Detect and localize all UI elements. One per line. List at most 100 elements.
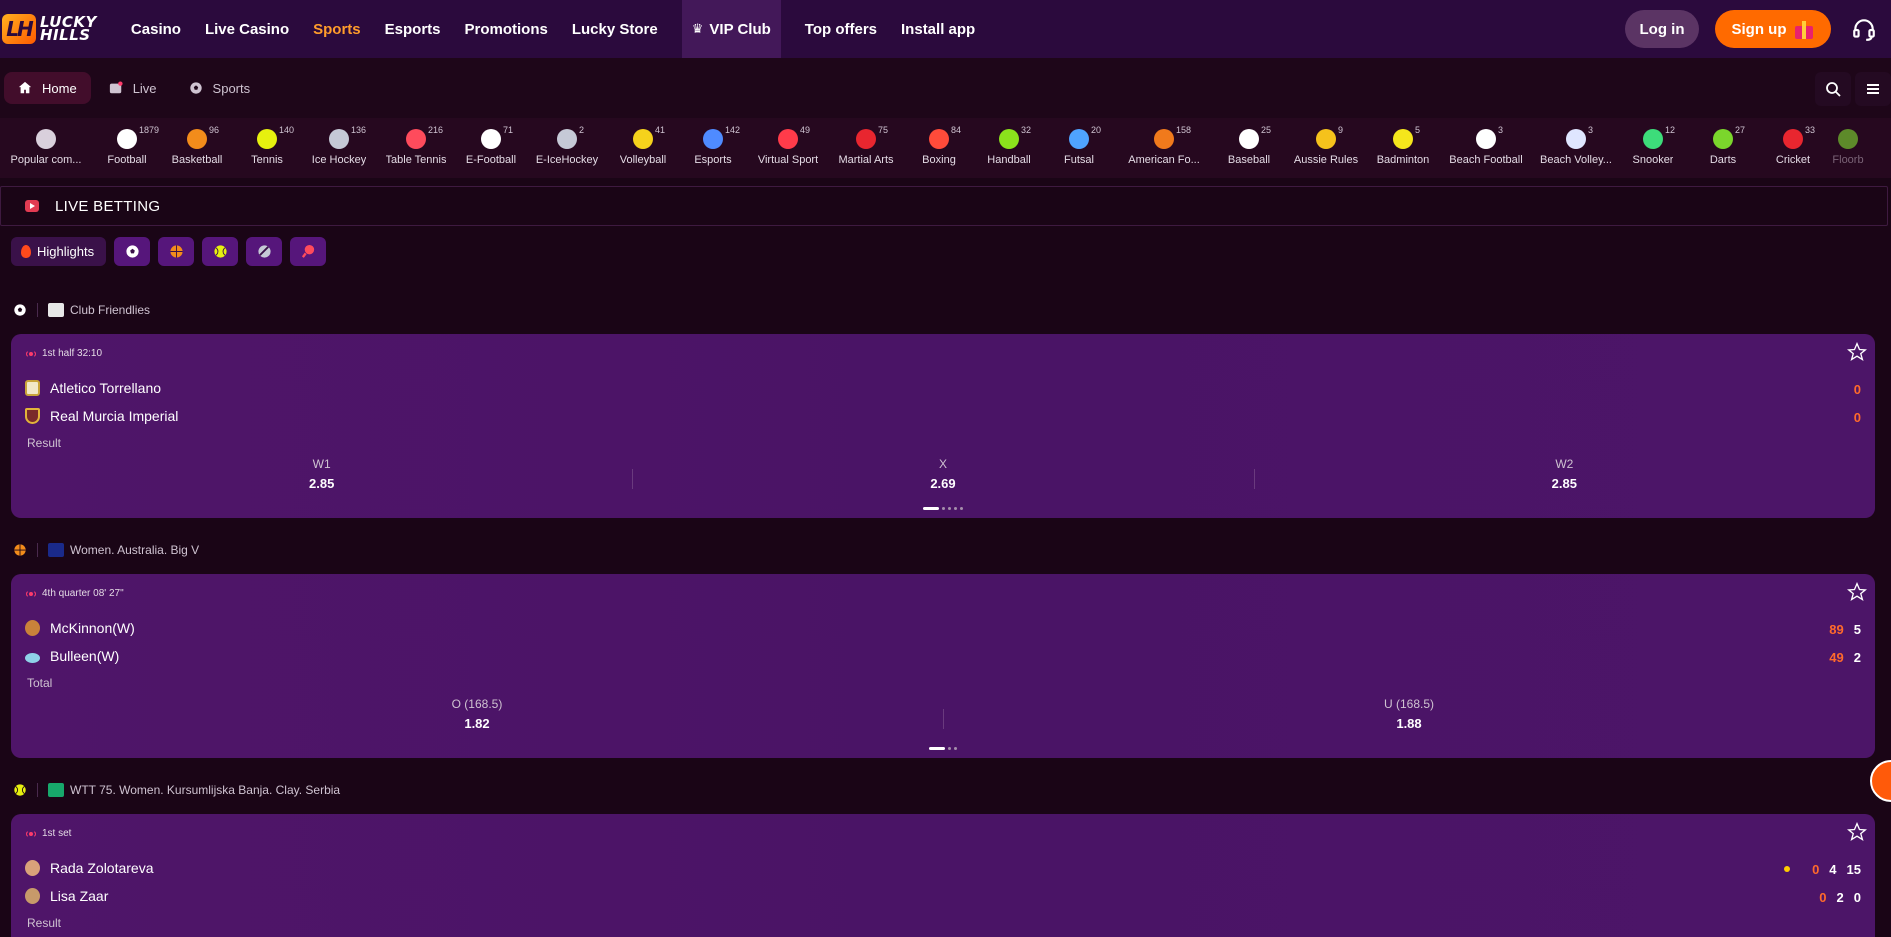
league-row[interactable]: Club Friendlies bbox=[13, 300, 150, 320]
flame-icon bbox=[21, 245, 31, 258]
menu-button[interactable] bbox=[1855, 72, 1891, 106]
sport-icon bbox=[1316, 129, 1336, 149]
sport-item[interactable]: 158 American Fo... bbox=[1114, 118, 1214, 178]
signup-button[interactable]: Sign up bbox=[1715, 10, 1831, 48]
team-home: Atletico Torrellano bbox=[25, 380, 161, 396]
sport-item[interactable]: 41 Volleyball bbox=[608, 118, 678, 178]
odd-over[interactable]: O (168.5) 1.82 bbox=[11, 697, 943, 731]
live-icon bbox=[109, 81, 123, 94]
sport-item[interactable]: 20 Futsal bbox=[1044, 118, 1114, 178]
nav-vip-club[interactable]: ♛ VIP Club bbox=[681, 0, 781, 58]
sport-item[interactable]: 49 Virtual Sport bbox=[748, 118, 828, 178]
odd-w1[interactable]: W1 2.85 bbox=[11, 457, 632, 491]
nav-casino[interactable]: Casino bbox=[119, 0, 193, 58]
sport-name: Esports bbox=[694, 154, 732, 166]
filter-tennis[interactable] bbox=[202, 237, 239, 266]
sport-item[interactable]: 1879 Football bbox=[92, 118, 162, 178]
odd-under[interactable]: U (168.5) 1.88 bbox=[943, 697, 1875, 731]
sport-count: 216 bbox=[428, 125, 444, 135]
sport-count: 142 bbox=[725, 125, 741, 135]
sport-count: 136 bbox=[351, 125, 367, 135]
subnav-sports[interactable]: Sports bbox=[175, 72, 265, 104]
sport-item[interactable]: 142 Esports bbox=[678, 118, 748, 178]
match-card[interactable]: 1st half 32:10 Atletico Torrellano 0 Rea… bbox=[11, 334, 1875, 518]
sport-count: 32 bbox=[1021, 125, 1032, 135]
sport-name: Table Tennis bbox=[385, 154, 447, 166]
league-row[interactable]: Women. Australia. Big V bbox=[13, 540, 199, 560]
sport-icon bbox=[1154, 129, 1174, 149]
sport-icon bbox=[778, 129, 798, 149]
nav-lucky-store[interactable]: Lucky Store bbox=[560, 0, 670, 58]
nav-promotions[interactable]: Promotions bbox=[453, 0, 560, 58]
sport-item[interactable]: 12 Snooker bbox=[1618, 118, 1688, 178]
sport-item[interactable]: 96 Basketball bbox=[162, 118, 232, 178]
league-name: WTT 75. Women. Kursumlijska Banja. Clay.… bbox=[70, 783, 341, 797]
sport-count: 140 bbox=[279, 125, 295, 135]
filter-ice-hockey[interactable] bbox=[246, 237, 283, 266]
home-icon bbox=[18, 81, 32, 94]
sport-icon bbox=[117, 129, 137, 149]
sport-item[interactable]: 27 Darts bbox=[1688, 118, 1758, 178]
sport-item[interactable]: 136 Ice Hockey bbox=[302, 118, 376, 178]
sport-item[interactable]: Popular com... bbox=[0, 118, 92, 178]
sport-name: Badminton bbox=[1376, 154, 1430, 166]
sport-item[interactable]: 32 Handball bbox=[974, 118, 1044, 178]
sport-item[interactable]: 33 Cricket bbox=[1758, 118, 1828, 178]
sport-item[interactable]: 3 Beach Volley... bbox=[1534, 118, 1618, 178]
odd-w2[interactable]: W2 2.85 bbox=[1253, 457, 1875, 491]
carousel-pager[interactable] bbox=[923, 507, 963, 510]
team-crest-icon bbox=[25, 652, 40, 663]
basketball-icon bbox=[170, 245, 183, 258]
sport-name: Boxing bbox=[922, 154, 956, 166]
australia-flag-icon bbox=[48, 543, 64, 557]
sport-name: Volleyball bbox=[619, 154, 667, 166]
lucky-hills-logo[interactable]: LH LUCKY HILLS bbox=[0, 0, 97, 58]
sport-item[interactable]: 71 E-Football bbox=[456, 118, 526, 178]
nav-esports[interactable]: Esports bbox=[373, 0, 453, 58]
team-crest-icon bbox=[25, 620, 40, 636]
sport-count: 96 bbox=[209, 125, 220, 135]
favorite-star-icon[interactable] bbox=[1847, 582, 1867, 602]
filter-basketball[interactable] bbox=[158, 237, 195, 266]
filter-table-tennis[interactable] bbox=[290, 237, 327, 266]
sport-item[interactable]: 75 Martial Arts bbox=[828, 118, 904, 178]
soccer-ball-icon bbox=[189, 82, 202, 94]
subnav-live[interactable]: Live bbox=[95, 72, 171, 104]
sport-icon bbox=[1239, 129, 1259, 149]
carousel-pager[interactable] bbox=[929, 747, 957, 750]
filter-highlights[interactable]: Highlights bbox=[11, 237, 107, 266]
subnav-home[interactable]: Home bbox=[4, 72, 91, 104]
crown-icon: ♛ bbox=[691, 21, 704, 36]
sport-item[interactable]: 5 Badminton bbox=[1368, 118, 1438, 178]
nav-sports[interactable]: Sports bbox=[301, 0, 373, 58]
search-button[interactable] bbox=[1815, 72, 1851, 106]
soccer-ball-icon bbox=[126, 245, 139, 258]
sport-icon bbox=[406, 129, 426, 149]
match-card[interactable]: 1st set Rada Zolotareva 0 4 15 Lisa Zaar… bbox=[11, 814, 1875, 937]
league-row[interactable]: WTT 75. Women. Kursumlijska Banja. Clay.… bbox=[13, 780, 340, 800]
headset-support-icon[interactable] bbox=[1851, 16, 1877, 42]
sport-item[interactable]: 2 E-IceHockey bbox=[526, 118, 608, 178]
nav-live-casino[interactable]: Live Casino bbox=[193, 0, 301, 58]
sport-item[interactable]: 140 Tennis bbox=[232, 118, 302, 178]
sport-item[interactable]: 25 Baseball bbox=[1214, 118, 1284, 178]
sport-icon bbox=[557, 129, 577, 149]
filter-football[interactable] bbox=[114, 237, 151, 266]
sport-count: 9 bbox=[1338, 125, 1344, 135]
market-name: Result bbox=[27, 916, 62, 930]
match-card[interactable]: 4th quarter 08' 27" McKinnon(W) 89 5 Bul… bbox=[11, 574, 1875, 758]
odd-draw[interactable]: X 2.69 bbox=[632, 457, 1253, 491]
favorite-star-icon[interactable] bbox=[1847, 342, 1867, 362]
sport-item[interactable]: Floorb bbox=[1828, 118, 1868, 178]
sport-item[interactable]: 84 Boxing bbox=[904, 118, 974, 178]
favorite-star-icon[interactable] bbox=[1847, 822, 1867, 842]
nav-install-app[interactable]: Install app bbox=[889, 0, 987, 58]
match-status: 1st half 32:10 bbox=[26, 348, 102, 359]
login-button[interactable]: Log in bbox=[1625, 10, 1699, 48]
sport-item[interactable]: 216 Table Tennis bbox=[376, 118, 456, 178]
floating-action-button[interactable] bbox=[1870, 760, 1891, 802]
nav-top-offers[interactable]: Top offers bbox=[793, 0, 889, 58]
sport-item[interactable]: 9 Aussie Rules bbox=[1284, 118, 1368, 178]
sport-icon bbox=[1476, 129, 1496, 149]
sport-item[interactable]: 3 Beach Football bbox=[1438, 118, 1534, 178]
